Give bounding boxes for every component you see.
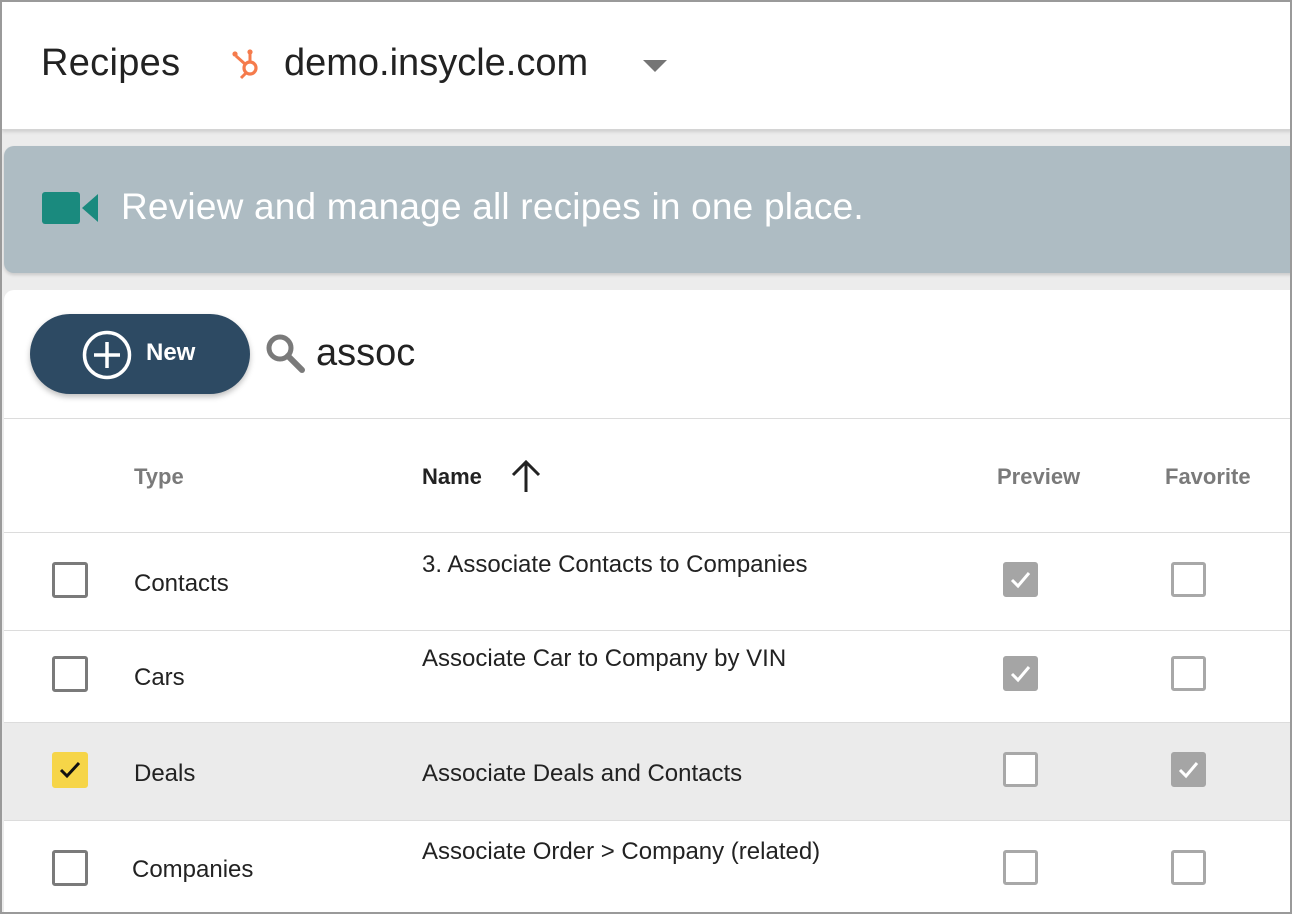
favorite-checkbox[interactable] <box>1171 850 1206 885</box>
row-select-checkbox[interactable] <box>52 850 88 886</box>
video-camera-icon[interactable] <box>42 190 98 226</box>
checkmark-icon <box>1178 762 1199 779</box>
preview-checkbox[interactable] <box>1003 656 1038 691</box>
recipes-card: New Type Name Preview Favorite Contacts … <box>4 290 1290 912</box>
plus-circle-icon <box>82 330 132 380</box>
name-cell[interactable]: Associate Order > Company (related) <box>422 838 820 866</box>
favorite-checkbox[interactable] <box>1171 656 1206 691</box>
preview-checkbox[interactable] <box>1003 850 1038 885</box>
table-row[interactable]: Cars Associate Car to Company by VIN <box>4 631 1290 723</box>
column-header-type[interactable]: Type <box>134 464 184 490</box>
hubspot-sprocket-icon <box>232 49 258 80</box>
preview-checkbox[interactable] <box>1003 752 1038 787</box>
preview-checkbox[interactable] <box>1003 562 1038 597</box>
page-title: Recipes <box>41 42 181 84</box>
divider <box>4 418 1290 419</box>
new-recipe-button[interactable]: New <box>30 314 250 394</box>
name-cell[interactable]: 3. Associate Contacts to Companies <box>422 551 808 579</box>
info-banner: Review and manage all recipes in one pla… <box>4 146 1290 273</box>
app-window: Recipes demo.insycle.com Review and mana… <box>0 0 1292 914</box>
name-cell[interactable]: Associate Deals and Contacts <box>422 760 742 788</box>
search-input[interactable] <box>316 328 716 378</box>
column-header-preview[interactable]: Preview <box>997 464 1080 490</box>
checkmark-icon <box>1010 572 1031 589</box>
type-cell: Companies <box>132 856 254 883</box>
top-bar: Recipes demo.insycle.com <box>2 2 1290 130</box>
type-cell: Deals <box>134 760 196 787</box>
name-cell[interactable]: Associate Car to Company by VIN <box>422 645 786 673</box>
favorite-checkbox[interactable] <box>1171 562 1206 597</box>
type-cell: Contacts <box>134 570 229 597</box>
column-header-name[interactable]: Name <box>422 464 482 490</box>
type-cell: Cars <box>134 664 185 691</box>
arrow-up-icon[interactable] <box>509 458 543 494</box>
search-icon <box>266 334 305 373</box>
banner-text: Review and manage all recipes in one pla… <box>121 186 864 227</box>
table-row[interactable]: Contacts 3. Associate Contacts to Compan… <box>4 533 1290 631</box>
favorite-checkbox[interactable] <box>1171 752 1206 787</box>
checkmark-icon <box>59 761 81 779</box>
row-select-checkbox[interactable] <box>52 752 88 788</box>
row-select-checkbox[interactable] <box>52 562 88 598</box>
row-select-checkbox[interactable] <box>52 656 88 692</box>
chevron-down-icon[interactable] <box>643 60 667 72</box>
new-button-label: New <box>146 339 196 366</box>
column-header-favorite[interactable]: Favorite <box>1165 464 1251 490</box>
table-row[interactable]: Deals Associate Deals and Contacts <box>4 723 1290 821</box>
checkmark-icon <box>1010 666 1031 683</box>
portal-selector[interactable]: demo.insycle.com <box>284 42 588 85</box>
table-row[interactable]: Companies Associate Order > Company (rel… <box>4 821 1290 912</box>
